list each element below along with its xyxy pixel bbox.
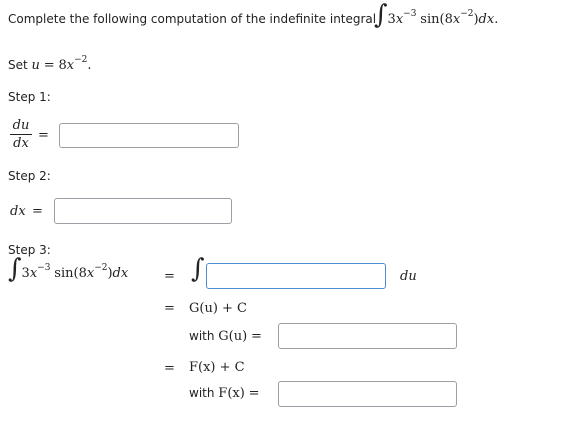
with-f-label: with F(x) = (189, 386, 260, 401)
prompt-text: Complete the following computation of th… (8, 12, 377, 26)
step2-label: Step 2: (8, 169, 51, 183)
integral-sign: ∫ (191, 254, 205, 284)
substitution-setup: Set u = 8x−2. (8, 55, 92, 73)
step2-dx: dx (10, 204, 26, 219)
integral-sign: ∫ (8, 254, 22, 284)
problem-prompt: Complete the following computation of th… (8, 12, 376, 26)
step3-equals-2: = (164, 301, 175, 316)
step3-equals-3: = (164, 361, 175, 376)
step1-label: Step 1: (8, 90, 51, 104)
with-g-label: with G(u) = (189, 329, 262, 344)
step3-integrand-input[interactable] (206, 263, 386, 289)
g-of-u-plus-c: G(u) + C (189, 301, 248, 316)
step2-dx-input[interactable] (54, 198, 232, 224)
step1-equals: = (38, 128, 49, 143)
f-of-x-plus-c: F(x) + C (189, 360, 245, 375)
step3-integral-expression: ∫3x−3 sin(8x−2)dx (8, 254, 129, 284)
integral-sign: ∫ (374, 0, 388, 30)
f-of-x-input[interactable] (278, 381, 457, 407)
g-of-u-input[interactable] (278, 323, 457, 349)
step3-equals-1: = (164, 269, 175, 284)
du-label: du (400, 269, 417, 284)
problem-integral-expression: ∫3x−3 sin(8x−2)dx. (374, 0, 499, 30)
step2-equals: = (32, 204, 43, 219)
step1-du-dx-input[interactable] (59, 123, 239, 148)
du-dx-fraction: du dx (10, 118, 32, 151)
